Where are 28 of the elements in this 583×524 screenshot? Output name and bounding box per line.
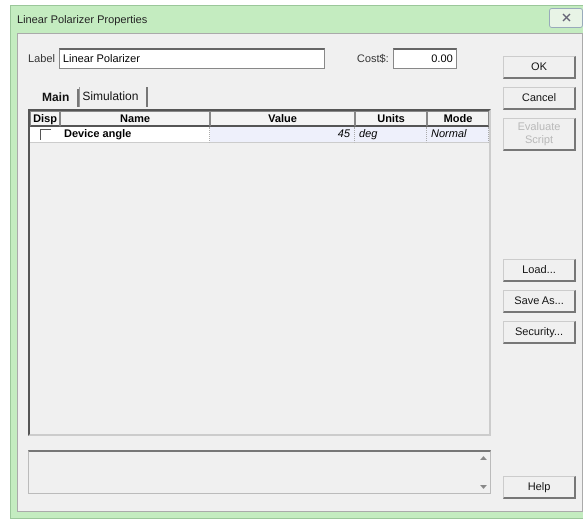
column-header[interactable]: Units — [355, 111, 427, 127]
table-cell: Normal — [427, 127, 489, 143]
cost-field[interactable]: 0.00 — [392, 48, 457, 69]
dialog-button[interactable]: Load... — [503, 259, 576, 282]
table-cell: 45 — [210, 127, 355, 143]
dialog-button[interactable]: Save As... — [503, 290, 576, 313]
dialog-button[interactable]: Cancel — [503, 87, 576, 110]
close-icon — [562, 13, 570, 22]
label-field[interactable]: Linear Polarizer — [58, 48, 325, 69]
dialog-button[interactable]: Security... — [503, 321, 576, 344]
close-button[interactable] — [549, 8, 583, 28]
column-header[interactable]: Disp — [30, 111, 60, 127]
window-title: Linear Polarizer Properties — [17, 14, 148, 26]
table-cell: Device angle — [60, 127, 210, 143]
dialog-button[interactable]: Help — [503, 476, 576, 499]
field-label: Label — [28, 52, 55, 64]
column-header[interactable]: Name — [60, 111, 210, 127]
checkbox[interactable] — [40, 129, 50, 140]
table-cell: deg — [355, 127, 427, 143]
scroll-up-icon[interactable] — [480, 456, 486, 460]
tab[interactable]: Simulation — [79, 87, 148, 107]
column-header[interactable]: Value — [210, 111, 355, 127]
notes-field[interactable] — [28, 450, 491, 494]
scroll-down-icon[interactable] — [480, 485, 486, 489]
dialog-button[interactable]: OK — [503, 56, 576, 79]
tab[interactable]: Main — [40, 89, 80, 107]
field-label: Cost$: — [356, 52, 389, 64]
column-header[interactable]: Mode — [427, 111, 489, 127]
